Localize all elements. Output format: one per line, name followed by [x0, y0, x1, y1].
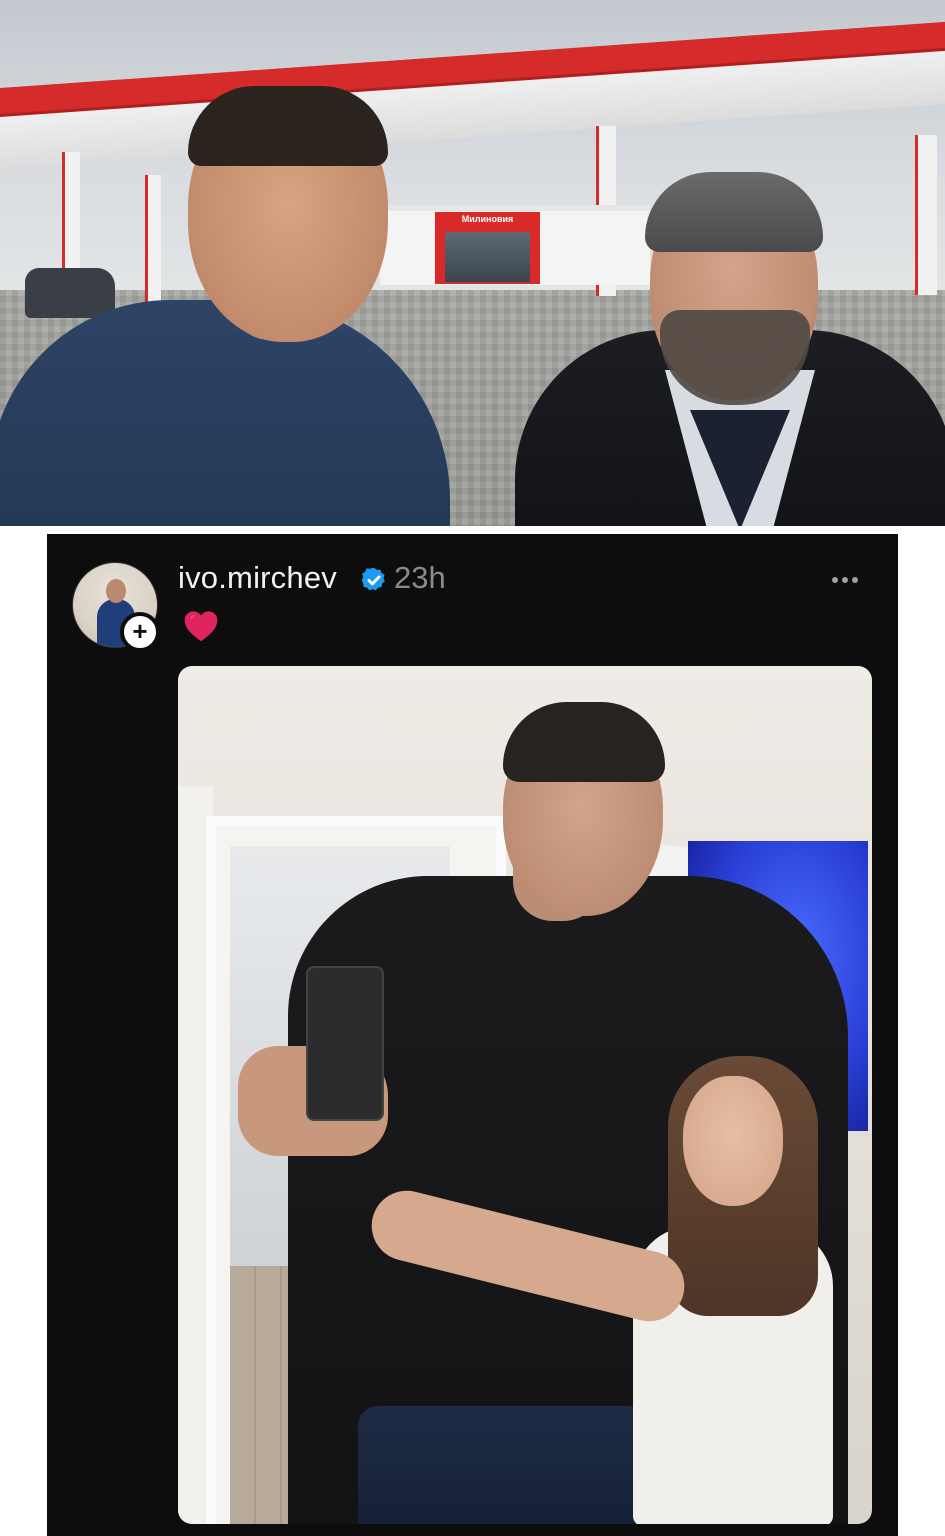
follow-plus-icon[interactable]: +: [120, 612, 160, 652]
canopy-pillar: [915, 135, 937, 295]
station-sign-text: Милиновия: [461, 214, 514, 224]
photo-phone: [306, 966, 384, 1121]
divider: [0, 526, 945, 534]
station-window: [445, 232, 530, 282]
photo-girl-face: [683, 1076, 783, 1206]
photo-man-hair: [503, 702, 665, 782]
post-timestamp: 23h: [394, 560, 446, 595]
social-post: + ivo.mirchev 23h: [47, 534, 898, 1536]
post-photo[interactable]: [178, 666, 872, 1524]
verified-badge-icon: [361, 567, 385, 591]
person-left-hair: [188, 86, 388, 166]
username[interactable]: ivo.mirchev: [178, 560, 337, 596]
more-horizontal-icon[interactable]: [832, 570, 862, 583]
person-right-hair: [645, 172, 823, 252]
canopy-pillar: [145, 175, 161, 305]
top-photo: Милиновия: [0, 0, 945, 526]
parked-car: [25, 268, 115, 318]
avatar-head: [106, 579, 126, 603]
photo-man-jeans: [358, 1406, 648, 1524]
heart-icon: [184, 611, 218, 642]
